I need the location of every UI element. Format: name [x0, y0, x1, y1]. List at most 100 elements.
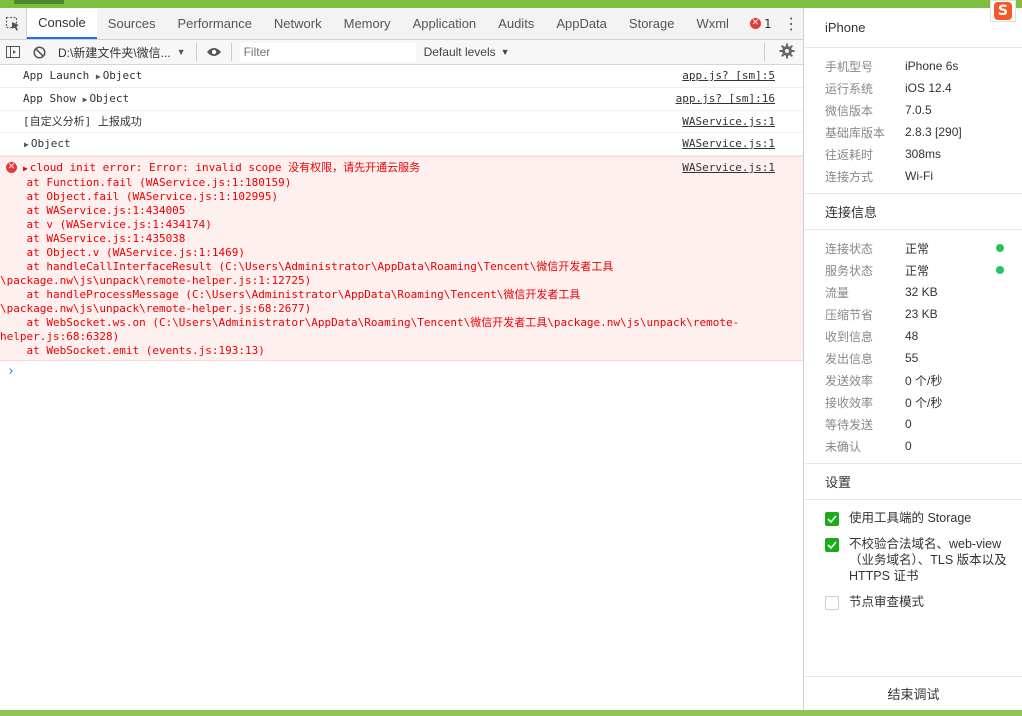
source-link[interactable]: app.js? [sm]:5 [682, 68, 775, 83]
info-row: 服务状态 正常 [805, 259, 1022, 281]
info-value: 308ms [905, 147, 942, 161]
device-info-section: 手机型号 iPhone 6s 运行系统 iOS 12.4 微信版本 7.0.5 基础库版本 2… [805, 48, 1022, 194]
info-key: 接收效率 [825, 395, 874, 410]
tab-appdata[interactable]: AppData [545, 8, 618, 39]
gear-icon [779, 43, 795, 59]
filter-input[interactable] [239, 42, 416, 62]
info-value: Wi-Fi [905, 169, 933, 183]
console-prompt[interactable]: › [0, 361, 803, 379]
console-settings-button[interactable] [779, 43, 795, 62]
dropdown-arrow-icon: ▼ [500, 47, 510, 57]
stack-line: at handleCallInterfaceResult (C:\Users\A… [0, 260, 614, 273]
info-key: 流量 [825, 285, 850, 300]
info-key: 连接状态 [825, 241, 874, 256]
info-value: 48 [905, 329, 919, 343]
console-error-message[interactable]: ✕ ▶ cloud init error: Error: invalid scop… [0, 156, 803, 361]
console-message[interactable]: [自定义分析] 上报成功 WAService.js:1 [0, 111, 803, 133]
info-key: 运行系统 [825, 81, 874, 96]
info-row: 运行系统 iOS 12.4 [805, 77, 1022, 99]
info-value: 23 KB [905, 307, 938, 321]
info-row: 接收效率 0 个/秒 [805, 391, 1022, 413]
stack-line: at WAService.js:1:434005 [0, 204, 186, 217]
log-levels-dropdown[interactable]: Default levels ▼ [424, 45, 510, 59]
tab-wxml[interactable]: Wxml [685, 8, 740, 39]
console-message[interactable]: App Launch ▶ Object app.js? [sm]:5 [0, 65, 803, 88]
tab-console[interactable]: Console [27, 8, 97, 39]
console-message[interactable]: App Show ▶ Object app.js? [sm]:16 [0, 88, 803, 111]
remote-debug-panel: iPhone 手机型号 iPhone 6s 运行系统 iOS 12.4 微信版本 7.0.… [805, 8, 1022, 710]
expand-triangle-icon[interactable]: ▶ [23, 164, 28, 173]
source-link[interactable]: WAService.js:1 [682, 136, 775, 151]
info-value: 2.8.3 [290] [905, 125, 962, 139]
tab-sources[interactable]: Sources [97, 8, 167, 39]
toolbar-divider [230, 43, 232, 61]
info-row: 发出信息 55 [805, 347, 1022, 369]
info-value: 0 [905, 439, 912, 453]
object-label[interactable]: Object [103, 69, 143, 82]
info-row: 未确认 0 [805, 435, 1022, 457]
expand-triangle-icon[interactable]: ▶ [24, 140, 29, 149]
tab-network[interactable]: Network [263, 8, 333, 39]
setting-label: 使用工具端的 Storage [849, 511, 972, 525]
message-prefix: App Show [23, 92, 76, 105]
info-row: 压缩节省 23 KB [805, 303, 1022, 325]
info-row: 手机型号 iPhone 6s [805, 55, 1022, 77]
expand-triangle-icon[interactable]: ▶ [83, 95, 88, 104]
tab-performance[interactable]: Performance [167, 8, 263, 39]
source-link[interactable]: WAService.js:1 [682, 160, 775, 175]
connection-info-section: 连接状态 正常 服务状态 正常 流量 32 KB 压缩节省 23 KB 收到信息 48 发出信息 55… [805, 230, 1022, 464]
info-key: 服务状态 [825, 263, 874, 278]
more-options-icon[interactable]: ⋮ [780, 8, 803, 39]
console-toolbar: D:\新建文件夹\微信... ▼ Default levels ▼ [0, 40, 803, 65]
stack-line: at WAService.js:1:435038 [0, 232, 186, 245]
input-method-indicator[interactable]: S [990, 0, 1016, 22]
tab-application[interactable]: Application [402, 8, 488, 39]
devtools-tabbar: Console Sources Performance Network Memo… [0, 8, 803, 40]
source-link[interactable]: WAService.js:1 [682, 114, 775, 129]
error-counter[interactable]: ✕ 1 [742, 8, 780, 39]
stack-line: at handleProcessMessage (C:\Users\Admini… [0, 288, 581, 301]
tab-storage[interactable]: Storage [618, 8, 686, 39]
object-label[interactable]: Object [89, 92, 129, 105]
source-link[interactable]: app.js? [sm]:16 [676, 91, 775, 106]
console-message[interactable]: ▶ Object WAService.js:1 [0, 133, 803, 156]
setting-option[interactable]: 不校验合法域名、web-view（业务域名）、TLS 版本以及 HTTPS 证书 [805, 536, 1022, 584]
checkbox-checked-icon[interactable] [825, 538, 839, 552]
info-key: 手机型号 [825, 59, 874, 74]
info-value: 7.0.5 [905, 103, 932, 117]
stack-line: at WebSocket.emit (events.js:193:13) [0, 344, 265, 357]
expand-triangle-icon[interactable]: ▶ [96, 72, 101, 81]
clear-console-button[interactable] [26, 40, 52, 65]
setting-option[interactable]: 节点审查模式 [805, 594, 1022, 610]
dropdown-arrow-icon: ▼ [176, 47, 186, 57]
inspect-element-button[interactable] [0, 8, 28, 39]
console-output: App Launch ▶ Object app.js? [sm]:5 App Sh… [0, 65, 803, 379]
setting-label: 不校验合法域名、web-view（业务域名）、TLS 版本以及 HTTPS 证书 [849, 537, 1007, 583]
tab-audits[interactable]: Audits [487, 8, 545, 39]
stack-line: at Function.fail (WAService.js:1:180159) [0, 176, 292, 189]
sogou-logo-icon: S [994, 2, 1012, 20]
end-debug-button[interactable]: 结束调试 [805, 676, 1022, 710]
info-row: 等待发送 0 [805, 413, 1022, 435]
setting-option[interactable]: 使用工具端的 Storage [805, 510, 1022, 526]
stack-line: helper.js:68:6328) [0, 330, 120, 343]
tab-memory[interactable]: Memory [333, 8, 402, 39]
stack-line: at Object.v (WAService.js:1:1469) [0, 246, 246, 259]
stack-line: at v (WAService.js:1:434174) [0, 218, 212, 231]
toolbar-divider [764, 43, 765, 61]
eye-icon [206, 48, 221, 56]
checkbox-checked-icon[interactable] [825, 512, 839, 526]
connection-section-title: 连接信息 [805, 194, 1022, 230]
checkbox-unchecked-icon[interactable] [825, 596, 839, 610]
live-expression-button[interactable] [201, 40, 227, 65]
info-value: 正常 [905, 241, 930, 256]
context-selector[interactable]: D:\新建文件夹\微信... ▼ [52, 44, 192, 61]
info-value: 55 [905, 351, 919, 365]
info-key: 连接方式 [825, 169, 874, 184]
info-row: 发送效率 0 个/秒 [805, 369, 1022, 391]
object-label[interactable]: Object [31, 137, 71, 150]
toggle-sidebar-button[interactable] [0, 40, 26, 65]
error-stack-trace: at Function.fail (WAService.js:1:180159)… [0, 176, 803, 358]
status-ok-dot-icon [996, 266, 1004, 274]
error-headline: cloud init error: Error: invalid scope 没… [29, 161, 421, 174]
